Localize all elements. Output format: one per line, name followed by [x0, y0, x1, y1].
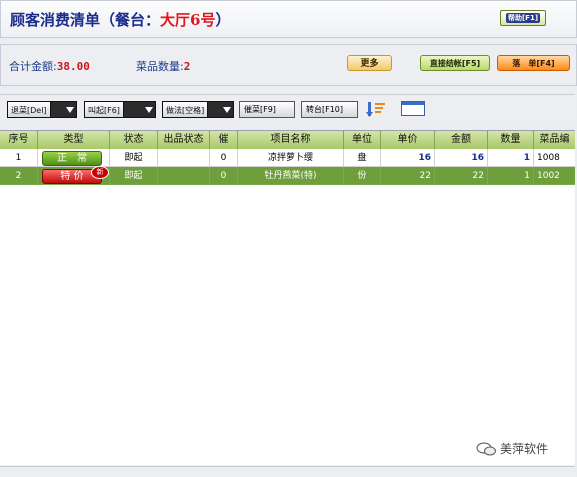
method-dropdown[interactable]: 做法[空格] [162, 101, 234, 118]
cell-amount: 22 [435, 167, 488, 185]
col-price[interactable]: 单价 [381, 131, 435, 149]
col-unit[interactable]: 单位 [344, 131, 381, 149]
col-item-name[interactable]: 项目名称 [238, 131, 344, 149]
call-dish-label: 叫起[F6] [85, 102, 124, 117]
cell-out-status [158, 167, 210, 185]
cell-status: 即起 [110, 167, 158, 185]
title-suffix: ） [215, 11, 231, 29]
window-icon[interactable] [401, 101, 425, 116]
cell-no: 1 [0, 149, 38, 167]
table-name: 大厅6号 [160, 11, 216, 29]
cell-status: 即起 [110, 149, 158, 167]
more-button[interactable]: 更多 [347, 55, 392, 71]
transfer-table-button[interactable]: 转台[F10] [301, 101, 358, 118]
table-header: 序号 类型 状态 出品状态 催 项目名称 单位 单价 金额 数量 菜品编 [0, 131, 575, 149]
help-button[interactable]: 帮助[F1] [500, 10, 546, 26]
col-type[interactable]: 类型 [38, 131, 110, 149]
cell-out-status [158, 149, 210, 167]
chevron-down-icon [66, 107, 74, 113]
col-out-status[interactable]: 出品状态 [158, 131, 210, 149]
col-status[interactable]: 状态 [110, 131, 158, 149]
cell-rush: 0 [210, 149, 238, 167]
cell-item-name: 凉拌萝卜缨 [238, 149, 344, 167]
cell-type: 特 价 新 [38, 166, 110, 185]
order-table: 序号 类型 状态 出品状态 催 项目名称 单位 单价 金额 数量 菜品编 1 正… [0, 130, 575, 465]
rush-dish-button[interactable]: 催菜[F9] [239, 101, 295, 118]
total-label: 合计金额: [9, 60, 57, 73]
cell-unit: 盘 [344, 149, 381, 167]
page-title: 顾客消费清单（餐台：大厅6号） [10, 9, 230, 30]
wechat-icon [476, 442, 496, 456]
summary-panel: 合计金额:38.00 菜品数量:2 [0, 44, 577, 86]
cell-item-name: 牡丹燕菜(特) [238, 167, 344, 185]
cell-code: 1002 [534, 167, 575, 185]
type-badge-label: 特 价 [60, 171, 84, 182]
help-button-label: 帮助[F1] [505, 13, 541, 23]
table-row-selected[interactable]: 2 特 价 新 即起 0 牡丹燕菜(特) 份 22 22 1 1002 [0, 166, 575, 185]
settle-button[interactable]: 直接结帐[F5] [420, 55, 490, 71]
chevron-down-icon [145, 107, 153, 113]
return-dish-label: 退菜[Del] [8, 102, 51, 117]
title-bar: 顾客消费清单（餐台：大厅6号） 帮助[F1] [0, 0, 577, 38]
cell-rush: 0 [210, 167, 238, 185]
cell-type: 正 常 [38, 149, 110, 167]
type-badge: 特 价 新 [42, 166, 109, 184]
cell-amount: 16 [435, 149, 488, 167]
cell-unit: 份 [344, 167, 381, 185]
col-rush[interactable]: 催 [210, 131, 238, 149]
watermark-text: 美萍软件 [500, 442, 549, 456]
dish-count: 菜品数量:2 [136, 58, 190, 74]
type-badge: 正 常 [42, 151, 102, 166]
bottom-bar [0, 466, 575, 477]
col-code[interactable]: 菜品编 [534, 131, 575, 149]
sort-icon[interactable] [366, 100, 388, 118]
col-amount[interactable]: 金额 [435, 131, 488, 149]
return-dish-dropdown[interactable]: 退菜[Del] [7, 101, 77, 118]
cell-price: 22 [381, 167, 435, 185]
title-prefix: 顾客消费清单（餐台： [10, 11, 161, 29]
new-badge: 新 [91, 166, 109, 179]
count-value: 2 [183, 60, 191, 73]
method-label: 做法[空格] [163, 102, 209, 117]
cell-code: 1008 [534, 149, 575, 167]
cell-qty: 1 [488, 167, 534, 185]
call-dish-dropdown[interactable]: 叫起[F6] [84, 101, 156, 118]
cell-qty: 1 [488, 149, 534, 167]
total-amount: 合计金额:38.00 [9, 58, 90, 74]
total-value: 38.00 [56, 60, 90, 73]
place-order-button[interactable]: 落 单[F4] [497, 55, 570, 71]
col-no[interactable]: 序号 [0, 131, 38, 149]
count-label: 菜品数量: [136, 60, 184, 73]
table-row[interactable]: 1 正 常 即起 0 凉拌萝卜缨 盘 16 16 1 1008 [0, 149, 575, 167]
cell-price: 16 [381, 149, 435, 167]
cell-no: 2 [0, 167, 38, 185]
col-qty[interactable]: 数量 [488, 131, 534, 149]
chevron-down-icon [223, 107, 231, 113]
